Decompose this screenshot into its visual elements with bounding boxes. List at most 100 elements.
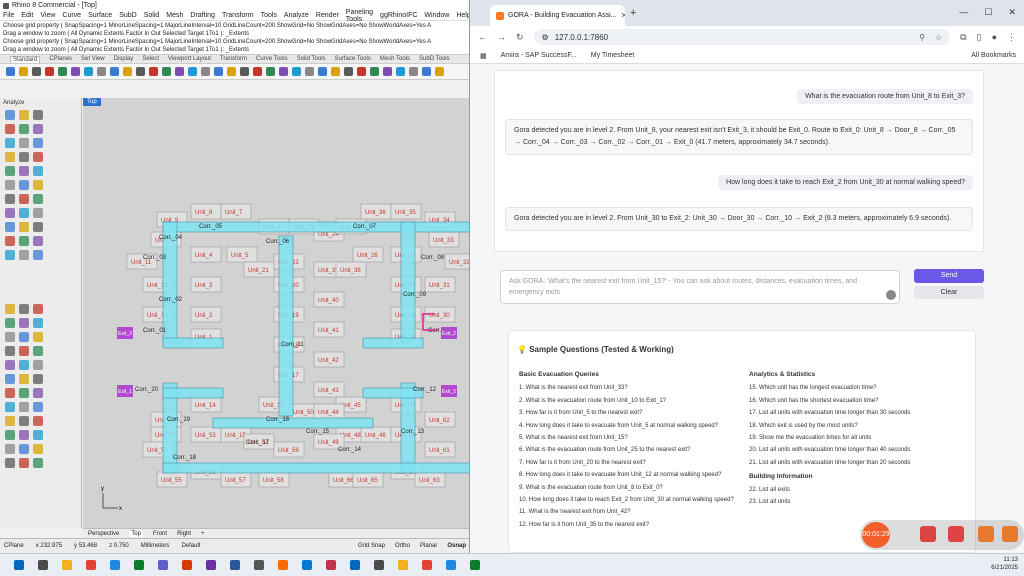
viewport-tab[interactable]: + (201, 531, 205, 537)
menu-item[interactable]: Edit (21, 12, 33, 19)
toolbar-tab[interactable]: Transform (220, 56, 247, 62)
units-label[interactable]: Millimeters (141, 543, 170, 549)
sample-question[interactable]: 3. How far is it from Unit_5 to the near… (519, 407, 749, 419)
taskbar-app-icon[interactable] (446, 560, 456, 570)
mic-icon[interactable] (886, 290, 896, 300)
all-bookmarks[interactable]: All Bookmarks (971, 52, 1016, 59)
profile-icon[interactable]: ● (992, 32, 997, 42)
side-tool-icon[interactable] (5, 180, 15, 190)
taskbar-app-icon[interactable] (86, 560, 96, 570)
extensions-icon[interactable]: ⧉ (960, 32, 966, 43)
bookmark-2[interactable]: My Timesheet (591, 52, 635, 59)
tool-icon[interactable] (435, 67, 444, 76)
tool-icon[interactable] (45, 67, 54, 76)
tool-icon[interactable] (240, 67, 249, 76)
layer-label[interactable]: Default (181, 543, 200, 549)
side-tool-icon[interactable] (33, 402, 43, 412)
side-tool-icon[interactable] (19, 304, 29, 314)
side-tool-icon[interactable] (5, 402, 15, 412)
sample-question[interactable]: 1. What is the nearest exit from Unit_33… (519, 382, 749, 394)
pause-icon[interactable] (920, 526, 936, 542)
tool-icon[interactable] (6, 67, 15, 76)
stop-icon[interactable] (948, 526, 964, 542)
side-tool-icon[interactable] (33, 250, 43, 260)
side-tool-icon[interactable] (5, 332, 15, 342)
menu-item[interactable]: SubD (119, 12, 137, 19)
sample-question[interactable]: 8. How long does it take to evacuate fro… (519, 469, 749, 481)
browser-tab[interactable]: GORA - Building Evacuation Assi... ✕ (490, 5, 625, 26)
menu-item[interactable]: Curve (62, 12, 81, 19)
menu-item[interactable]: Window (424, 12, 449, 19)
sample-question[interactable]: 7. How far is it from Unit_20 to the nea… (519, 457, 749, 469)
tool-icon[interactable] (357, 67, 366, 76)
side-tool-icon[interactable] (5, 208, 15, 218)
side-tool-icon[interactable] (19, 236, 29, 246)
side-tool-icon[interactable] (33, 138, 43, 148)
menu-item[interactable]: Tools (261, 12, 277, 19)
tool-icon[interactable] (175, 67, 184, 76)
folder-icon[interactable] (1002, 526, 1018, 542)
bookmark-1[interactable]: Amira - SAP SuccessF... (501, 52, 577, 59)
side-tool-icon[interactable] (19, 166, 29, 176)
side-tool-icon[interactable] (33, 374, 43, 384)
sample-question[interactable]: 18. Which exit is used by the most units… (749, 420, 969, 432)
side-tool-icon[interactable] (5, 444, 15, 454)
side-tool-icon[interactable] (33, 166, 43, 176)
minimize-icon[interactable]: — (959, 7, 968, 18)
side-tool-icon[interactable] (19, 138, 29, 148)
menu-item[interactable]: Transform (222, 12, 254, 19)
side-tool-icon[interactable] (19, 430, 29, 440)
tool-icon[interactable] (32, 67, 41, 76)
sample-question[interactable]: 21. List all units with evacuation time … (749, 457, 969, 469)
side-tool-icon[interactable] (5, 374, 15, 384)
side-tool-icon[interactable] (33, 346, 43, 356)
status-toggle[interactable]: Osnap (447, 543, 466, 549)
side-tool-icon[interactable] (33, 458, 43, 468)
toolbar-tab[interactable]: Surface Tools (335, 56, 371, 62)
toolbar-tab[interactable]: Select (142, 56, 159, 62)
taskbar-app-icon[interactable] (206, 560, 216, 570)
toolbar-tab[interactable]: Set View (81, 56, 105, 62)
side-tool-icon[interactable] (33, 332, 43, 342)
taskbar-app-icon[interactable] (38, 560, 48, 570)
apps-icon[interactable]: ▦ (480, 52, 487, 60)
menu-item[interactable]: Drafting (190, 12, 215, 19)
side-tool-icon[interactable] (5, 124, 15, 134)
side-tool-icon[interactable] (19, 388, 29, 398)
side-tool-icon[interactable] (19, 318, 29, 328)
sample-question[interactable]: 17. List all units with evacuation time … (749, 407, 969, 419)
zoom-icon[interactable]: ⚲ (919, 33, 925, 42)
close-window-icon[interactable]: ✕ (1008, 7, 1016, 18)
tool-icon[interactable] (188, 67, 197, 76)
tool-icon[interactable] (110, 67, 119, 76)
sample-question[interactable]: 15. Which unit has the longest evacuatio… (749, 382, 969, 394)
pen-icon[interactable] (978, 526, 994, 542)
viewport-tab[interactable]: Right (177, 531, 191, 537)
tool-icon[interactable] (58, 67, 67, 76)
sample-question[interactable]: 10. How long does it take to reach Exit_… (519, 494, 749, 506)
taskbar-app-icon[interactable] (14, 560, 24, 570)
taskbar-app-icon[interactable] (374, 560, 384, 570)
side-tool-icon[interactable] (33, 194, 43, 204)
sample-question[interactable]: 19. Show me the evacuation times for all… (749, 432, 969, 444)
taskbar-app-icon[interactable] (134, 560, 144, 570)
side-tool-icon[interactable] (5, 250, 15, 260)
reload-icon[interactable]: ↻ (516, 32, 524, 43)
tool-icon[interactable] (331, 67, 340, 76)
sample-question[interactable]: 9. What is the evacuation route from Uni… (519, 482, 749, 494)
side-tool-icon[interactable] (33, 208, 43, 218)
side-tool-icon[interactable] (19, 346, 29, 356)
taskbar-app-icon[interactable] (398, 560, 408, 570)
sidepanel-icon[interactable]: ▯ (977, 32, 982, 43)
menu-item[interactable]: Mesh (166, 12, 183, 19)
tool-icon[interactable] (71, 67, 80, 76)
side-tool-icon[interactable] (5, 138, 15, 148)
taskbar-app-icon[interactable] (254, 560, 264, 570)
sample-question[interactable]: 23. List all units (749, 496, 969, 508)
side-tool-icon[interactable] (5, 416, 15, 426)
menu-item[interactable]: Analyze (284, 12, 309, 19)
menu-item[interactable]: View (40, 12, 55, 19)
tool-icon[interactable] (266, 67, 275, 76)
side-tool-icon[interactable] (19, 208, 29, 218)
side-tool-icon[interactable] (5, 388, 15, 398)
